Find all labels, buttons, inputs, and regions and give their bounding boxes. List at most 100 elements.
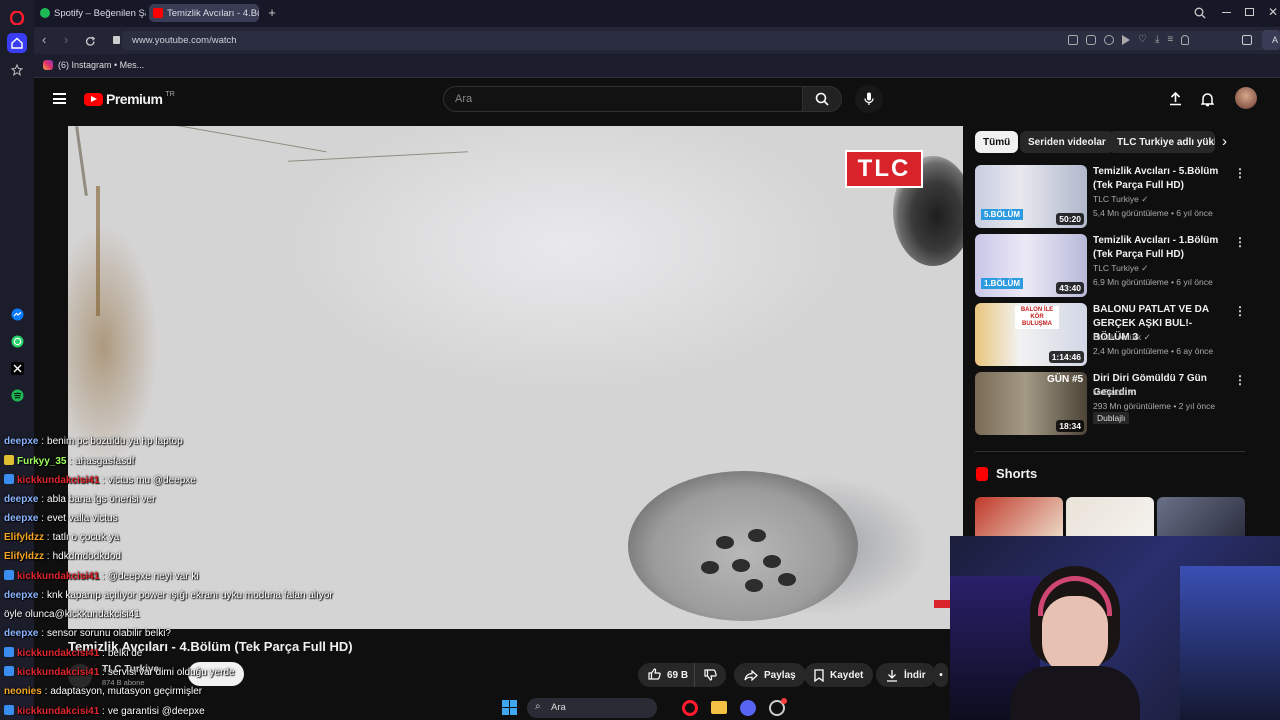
more-vertical-icon[interactable]: ⋮ [1234,166,1246,180]
file-explorer-icon[interactable] [711,701,727,714]
chat-separator: : [99,648,105,660]
discord-icon[interactable] [740,700,756,716]
recommendation-thumbnail[interactable]: 1.BÖLÜM 43:40 [975,234,1087,297]
taskbar-search-placeholder: Ara [551,702,566,713]
chat-separator: : [44,532,50,543]
save-button[interactable]: Kaydet [804,663,874,687]
hamburger-menu-icon[interactable] [53,93,66,104]
close-window-icon[interactable]: ✕ [1268,5,1278,19]
youtube-play-logo-icon [84,92,103,106]
chat-separator: : [99,667,105,679]
webcam-overlay [950,536,1280,720]
more-actions-button[interactable]: • [934,663,948,687]
camera-icon[interactable] [1086,35,1096,45]
chevron-right-icon[interactable]: › [1222,133,1227,150]
bookmarks-bar: (6) Instagram • Mes... [34,54,1280,78]
duration: 43:40 [1056,282,1084,294]
share-button[interactable]: Paylaş [734,663,806,687]
reload-icon[interactable] [85,34,96,52]
recommendation-channel[interactable]: TLC Turkiye ✓ [1093,194,1148,205]
search-button[interactable] [802,86,842,112]
maximize-icon[interactable] [1245,8,1254,16]
crack-line [288,151,468,162]
recommendation-thumbnail[interactable]: GÜN #5 18:34 [975,372,1087,435]
home-icon[interactable] [7,33,27,53]
short-thumbnail[interactable] [1157,497,1245,537]
short-thumbnail[interactable] [975,497,1063,537]
avatar[interactable] [1235,87,1257,109]
forward-icon[interactable]: › [64,32,68,47]
thumb-label: GÜN #5 [1047,374,1084,385]
messenger-icon[interactable] [7,304,27,324]
x-twitter-icon[interactable] [7,358,27,378]
more-vertical-icon[interactable]: ⋮ [1234,235,1246,249]
chat-message: deepxe : knk kapanıp açılıyor power ışığı… [4,590,333,601]
chat-separator: : [38,628,45,639]
chip-all[interactable]: Tümü [975,131,1019,153]
windows-start-icon[interactable] [502,700,517,715]
recommendation-channel[interactable]: Burak Aktürk ✓ [1093,332,1151,343]
spotify-favicon-icon [40,8,50,18]
aria-button[interactable]: A [1262,30,1280,50]
minimize-icon[interactable] [1222,12,1231,13]
recommendation-title[interactable]: Temizlik Avcıları - 5.Bölüm (Tek Parça F… [1093,165,1229,193]
dislike-button[interactable] [694,663,726,687]
chip-series[interactable]: Seriden videolar [1020,131,1114,153]
extensions-icon[interactable] [1242,35,1252,45]
crack-line [129,126,327,153]
menu-icon[interactable]: ≡ [1167,35,1173,45]
recommendation-thumbnail[interactable]: BALON İLE KÖR BULUŞMA 1:14:46 [975,303,1087,366]
youtube-logo[interactable]: Premium TR [84,91,175,107]
download-button[interactable]: İndir [876,663,936,687]
search-icon [815,92,829,106]
country-code: TR [165,91,175,98]
short-thumbnail[interactable] [1066,497,1154,537]
thumb-label: 1.BÖLÜM [981,278,1023,289]
bookmark-instagram[interactable]: (6) Instagram • Mes... [58,60,144,70]
shield-icon[interactable] [1104,35,1114,45]
heart-icon[interactable]: ♡ [1138,35,1147,45]
spotify-icon[interactable] [7,385,27,405]
chat-message: öyle olunca@kickkundakcisi41 [4,609,140,620]
upload-button[interactable] [1161,85,1189,113]
chat-separator: : [99,571,105,583]
more-vertical-icon[interactable]: ⋮ [1234,304,1246,318]
taskbar-search-input[interactable]: ⌕ Ara [527,698,657,718]
new-tab-button[interactable]: + [264,5,280,21]
recommendation-channel[interactable]: MrBeast ✓ [1093,387,1134,398]
chat-username: kickkundakcisi41 [17,705,100,717]
stain-mark [96,186,100,316]
play-icon[interactable] [1122,35,1130,45]
url-field[interactable]: www.youtube.com/watch ♡ ⤓ ≡ [113,31,1280,50]
recommendation-title[interactable]: Temizlik Avcıları - 1.Bölüm (Tek Parça F… [1093,234,1229,262]
download-icon[interactable]: ⤓ [1155,35,1159,45]
recommendation-thumbnail[interactable]: 5.BÖLÜM 50:20 [975,165,1087,228]
tab-youtube[interactable]: Temizlik Avcıları - 4.Bölüm [149,4,259,22]
search-tabs-icon[interactable] [1194,6,1206,24]
whatsapp-icon[interactable] [7,331,27,351]
edit-icon[interactable] [1068,35,1078,45]
opera-taskbar-icon[interactable] [682,700,698,716]
youtube-favicon-icon [153,8,163,18]
star-icon[interactable] [7,60,27,80]
back-icon[interactable]: ‹ [42,32,46,47]
like-button[interactable]: 69 B [638,663,697,687]
profile-icon[interactable] [1181,35,1190,45]
chat-username: kickkundakcisi41 [17,648,100,660]
tab-spotify[interactable]: Spotify – Beğenilen Şarkıla [36,4,146,22]
download-icon [887,669,897,682]
chat-message: deepxe : abla bana lgs önerisi ver [4,494,155,505]
search-input[interactable]: Ara [443,86,803,112]
recommendation-meta: 293 Mn görüntüleme • 2 yıl önce [1093,401,1216,411]
voice-search-button[interactable] [855,85,883,113]
chat-text: hdkdmdodkdod [52,551,121,563]
more-vertical-icon[interactable]: ⋮ [1234,373,1246,387]
chat-message: Elifyldzz : hdkdmdodkdod [4,551,121,562]
duration: 50:20 [1056,213,1084,225]
opera-logo-icon[interactable] [7,8,27,28]
notifications-button[interactable] [1193,85,1221,113]
chat-message: deepxe : benim pc bozuldu ya hp laptop [4,436,183,447]
chip-channel-uploads[interactable]: TLC Turkiye adlı yükl [1109,131,1215,153]
recommendation-channel[interactable]: TLC Turkiye ✓ [1093,263,1148,274]
duration: 18:34 [1056,420,1084,432]
